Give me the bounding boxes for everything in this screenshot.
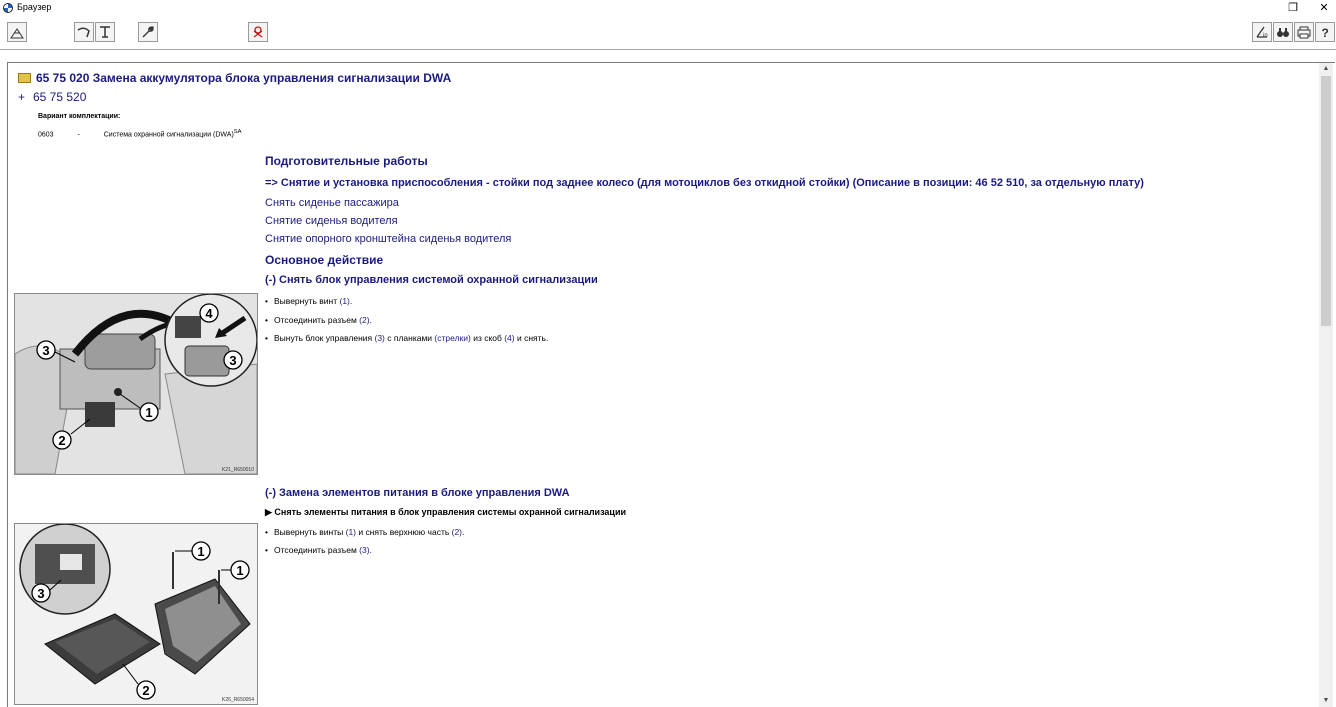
title-bar: Браузер ❐ ✕ [0,0,1336,16]
related-number[interactable]: 65 75 520 [33,90,86,104]
window-title: Браузер [17,2,52,12]
wrench-button[interactable] [138,22,158,42]
main-heading: Основное действие [265,253,384,267]
prep-link-driver-seat[interactable]: Снятие сиденья водителя [265,215,398,227]
document-view: 65 75 020 Замена аккумулятора блока упра… [7,62,1335,707]
callout-2: 2 [58,433,65,448]
section2-title: (-) Замена элементов питания в блоке упр… [265,487,570,499]
section1-step-3: • Вынуть блок управления (3) с планками (… [265,333,549,343]
section2-step-2: • Отсоединить разъем (3). [265,545,372,555]
document-filter-button[interactable] [95,22,115,42]
callout-1: 1 [145,405,152,420]
document-title: 65 75 020 Замена аккумулятора блока упра… [18,71,451,85]
logout-icon [253,26,263,38]
scroll-thumb[interactable] [1321,76,1331,326]
section1-step-2: • Отсоединить разъем (2). [265,315,372,325]
callout-3b: 3 [229,353,236,368]
prep-heading: Подготовительные работы [265,154,428,168]
close-button[interactable]: ✕ [1311,0,1336,16]
logout-button[interactable] [248,22,268,42]
folder-icon [18,73,31,83]
bookmark-icon [77,27,90,38]
expand-icon[interactable]: + [18,90,33,104]
scroll-down-button[interactable]: ▼ [1319,695,1333,707]
bookmark-in-icon: in [1256,26,1268,39]
variant-row: 0603 - Система охранной сигнализации (DW… [38,129,242,138]
section2-step-1: • Вывернуть винты (1) и снять верхнюю час… [265,527,465,537]
illustration-control-unit-removal: 3 1 2 4 3 K21_R650010 [14,293,258,475]
section2-action-link[interactable]: ▶ Снять элементы питания в блок управлен… [265,507,626,518]
home-icon [10,28,24,39]
related-number-row[interactable]: +65 75 520 [18,90,86,104]
variant-sup: SA [233,129,242,135]
variant-label: Вариант комплектации: [38,113,121,120]
svg-text:?: ? [1322,26,1329,39]
section1-step-1: • Вывернуть винт (1). [265,296,353,306]
wrench-icon [142,26,154,38]
print-button[interactable] [1294,22,1314,42]
document-title-text: 65 75 020 Замена аккумулятора блока упра… [36,71,452,85]
document-filter-icon [100,26,110,38]
bookmark-button[interactable] [74,22,94,42]
app-logo-icon [3,3,13,13]
variant-code: 0603 [38,131,54,139]
image-code-2: K26_R650054 [222,697,254,703]
print-icon [1297,26,1311,39]
illustration-drawing: 3 1 2 4 3 [15,294,257,474]
callout-2-1a: 1 [197,544,204,559]
prep-link-passenger-seat[interactable]: Снять сиденье пассажира [265,197,399,209]
svg-text:in: in [1263,33,1268,39]
home-button[interactable] [7,22,27,42]
prep-link-seat-bracket[interactable]: Снятие опорного кронштейна сиденья водит… [265,233,511,245]
callout-2-3: 3 [37,586,44,601]
binoculars-icon [1277,28,1289,37]
variant-dash: - [77,131,80,139]
restore-button[interactable]: ❐ [1280,0,1306,16]
callout-2-1b: 1 [236,563,243,578]
toolbar: in ? [0,16,1336,50]
vertical-scrollbar[interactable]: ▲ ▼ [1319,63,1333,707]
help-button[interactable]: ? [1315,22,1335,42]
variant-text: Система охранной сигнализации (DWA) [103,131,234,139]
image-code-1: K21_R650010 [222,467,254,473]
scroll-up-button[interactable]: ▲ [1319,63,1333,75]
bookmark-in-button[interactable]: in [1252,22,1272,42]
prep-main-link[interactable]: => Снятие и установка приспособления - с… [265,177,1144,189]
search-button[interactable] [1273,22,1293,42]
callout-3a: 3 [42,343,49,358]
help-icon: ? [1322,26,1329,39]
illustration-battery-replacement: 1 1 2 3 K26_R650054 [14,523,258,705]
callout-4: 4 [205,306,213,321]
callout-2-2: 2 [142,683,149,698]
section1-title: (-) Снять блок управления системой охран… [265,274,598,286]
illustration-drawing-2: 1 1 2 3 [15,524,257,704]
